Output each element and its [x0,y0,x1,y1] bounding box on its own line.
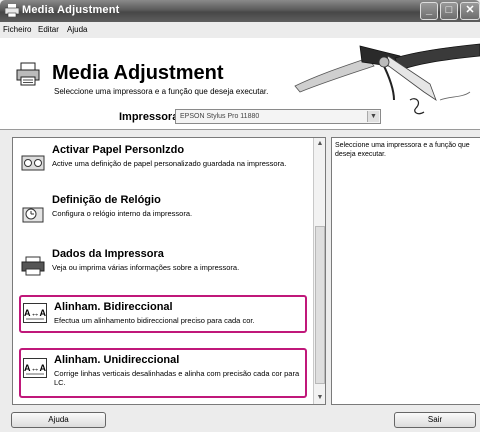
item-description: Configura o relógio interno da impressor… [52,209,193,218]
scroll-up-icon[interactable]: ▲ [315,139,325,149]
list-item-printer-data[interactable]: Dados da Impressora Veja ou imprima vári… [19,248,307,278]
menu-edit[interactable]: Editar [38,25,59,34]
item-description: Efectua um alinhamento bidireccional pre… [54,316,255,325]
item-label: Dados da Impressora [52,248,164,260]
svg-text:A↔A: A↔A [24,308,46,318]
info-panel: Seleccione uma impressora e a função que… [331,137,480,405]
pliers-illustration [294,43,480,115]
item-description: Corrige linhas verticais desalinhadas e … [54,369,300,387]
item-label: Activar Papel Personlzdo [52,144,185,156]
alignment-icon: A↔A [23,303,47,323]
page-title: Media Adjustment [52,62,224,84]
item-label: Definição de Relógio [52,194,161,206]
printer-select-value: EPSON Stylus Pro 11880 [180,113,260,120]
menu-bar: Ficheiro Editar Ajuda [0,22,480,38]
paper-roll-icon [21,155,45,171]
media-adjustment-window: Media Adjustment _ □ ✕ Ficheiro Editar A… [0,0,480,432]
item-label: Alinham. Unidireccional [54,354,180,366]
list-item-unidirectional[interactable]: A↔A Alinham. Unidireccional Corrige linh… [19,348,307,398]
scroll-thumb[interactable] [315,226,325,384]
printer-select[interactable]: EPSON Stylus Pro 11880 ▼ [175,109,381,124]
title-bar[interactable]: Media Adjustment _ □ ✕ [0,0,480,22]
minimize-button[interactable]: _ [420,2,438,20]
scroll-down-icon[interactable]: ▼ [315,393,325,403]
list-item-clock[interactable]: Definição de Relógio Configura o relógio… [19,194,307,224]
function-list[interactable]: Activar Papel Personlzdo Active uma defi… [12,137,326,405]
printer-header-icon [16,62,40,86]
list-scrollbar[interactable]: ▲ ▼ [313,138,325,404]
help-button[interactable]: Ajuda [11,412,106,428]
alignment-icon: A↔A [23,358,47,378]
item-label: Alinham. Bidireccional [54,301,173,313]
page-subtitle: Seleccione uma impressora e a função que… [54,87,269,96]
printer-app-icon [5,4,19,17]
header-banner: Media Adjustment Seleccione uma impresso… [0,38,480,130]
item-description: Active uma definição de papel personaliz… [52,159,287,168]
list-item-custom-paper[interactable]: Activar Papel Personlzdo Active uma defi… [19,144,307,180]
info-text: Seleccione uma impressora e a função que… [335,142,470,158]
menu-help[interactable]: Ajuda [67,25,87,34]
exit-button[interactable]: Sair [394,412,476,428]
minimize-icon: _ [425,4,433,16]
list-item-bidirectional[interactable]: A↔A Alinham. Bidireccional Efectua um al… [19,295,307,333]
maximize-icon: □ [445,4,453,16]
close-icon: ✕ [465,4,475,16]
printer-label: Impressora [119,111,179,123]
item-description: Veja ou imprima várias informações sobre… [52,263,240,272]
window-title: Media Adjustment [22,4,120,16]
chevron-down-icon[interactable]: ▼ [367,111,379,122]
clock-icon [22,207,44,223]
close-button[interactable]: ✕ [460,2,480,20]
printer-icon [21,256,45,276]
maximize-button[interactable]: □ [440,2,458,20]
svg-text:A↔A: A↔A [24,363,46,373]
menu-file[interactable]: Ficheiro [3,25,31,34]
